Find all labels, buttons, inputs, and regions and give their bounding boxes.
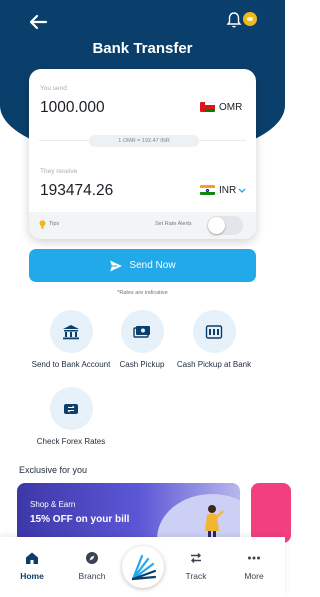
paper-plane-icon <box>110 260 123 271</box>
service-icon-circle <box>120 310 164 353</box>
receive-currency[interactable]: INR <box>219 185 236 196</box>
service-label: Cash Pickup at Bank <box>176 360 252 369</box>
bank-icon <box>63 324 79 339</box>
india-flag-icon <box>200 185 215 195</box>
forex-icon <box>64 403 78 414</box>
service-send-to-bank[interactable]: Send to Bank Account <box>31 310 111 369</box>
nav-more[interactable]: More <box>229 551 279 581</box>
chevron-down-icon[interactable] <box>238 187 246 194</box>
oman-flag-icon <box>200 102 215 112</box>
tips-bar: Tips Set Rate Alerts <box>29 212 256 239</box>
promo-line2: 15% OFF on your bill <box>30 514 130 525</box>
service-icon-circle <box>49 387 93 430</box>
compass-icon <box>86 552 98 564</box>
lightbulb-icon <box>39 220 46 229</box>
swap-arrows-icon <box>191 553 201 563</box>
send-now-label: Send Now <box>129 260 176 271</box>
bell-icon[interactable] <box>226 11 242 29</box>
service-cash-pickup[interactable]: Cash Pickup <box>102 310 182 369</box>
send-label: You send <box>40 85 67 92</box>
nav-label: Home <box>20 571 44 581</box>
exchange-rate-pill: 1 OMR = 192.47 INR <box>89 135 199 147</box>
service-label: Send to Bank Account <box>31 360 111 369</box>
send-currency[interactable]: OMR <box>219 102 242 113</box>
service-icon-circle <box>192 310 236 353</box>
transfer-card: You send 1000.000 OMR 1 OMR = 192.47 INR… <box>29 69 256 239</box>
nav-track[interactable]: Track <box>171 551 221 581</box>
rate-alerts-toggle[interactable] <box>207 216 243 235</box>
rates-note: *Rates are indicative <box>117 290 168 296</box>
nav-label: Track <box>185 571 207 581</box>
logo-icon <box>131 554 157 581</box>
nav-label: More <box>244 571 264 581</box>
nav-label: Branch <box>78 571 106 581</box>
nav-branch[interactable]: Branch <box>67 551 117 581</box>
back-arrow-icon[interactable] <box>24 8 52 36</box>
section-title: Exclusive for you <box>19 465 88 475</box>
bank-cash-icon <box>205 324 223 339</box>
service-label: Cash Pickup <box>119 360 165 369</box>
service-cash-pickup-bank[interactable]: Cash Pickup at Bank <box>174 310 254 369</box>
nav-home[interactable]: Home <box>7 551 57 581</box>
service-icon-circle <box>49 310 93 353</box>
dots-icon <box>248 556 260 560</box>
promo-banner[interactable]: Shop & Earn 15% OFF on your bill <box>17 483 240 543</box>
send-amount-input[interactable]: 1000.000 <box>40 99 105 117</box>
tips-label[interactable]: Tips <box>49 221 59 227</box>
center-logo-button[interactable] <box>122 546 164 588</box>
page-title: Bank Transfer <box>92 40 193 57</box>
send-now-button[interactable]: Send Now <box>29 249 256 282</box>
receive-amount-input[interactable]: 193474.26 <box>40 182 113 200</box>
toggle-knob <box>208 217 225 234</box>
home-icon <box>26 552 38 564</box>
rate-alerts-label: Set Rate Alerts <box>155 221 192 227</box>
promo-banner-next[interactable] <box>251 483 291 543</box>
promo-line1: Shop & Earn <box>30 500 76 509</box>
chat-bubble-icon[interactable] <box>243 12 257 26</box>
service-check-forex[interactable]: Check Forex Rates <box>31 387 111 446</box>
service-label: Check Forex Rates <box>36 437 106 446</box>
receive-label: They receive <box>40 168 78 175</box>
cash-icon <box>133 325 150 338</box>
